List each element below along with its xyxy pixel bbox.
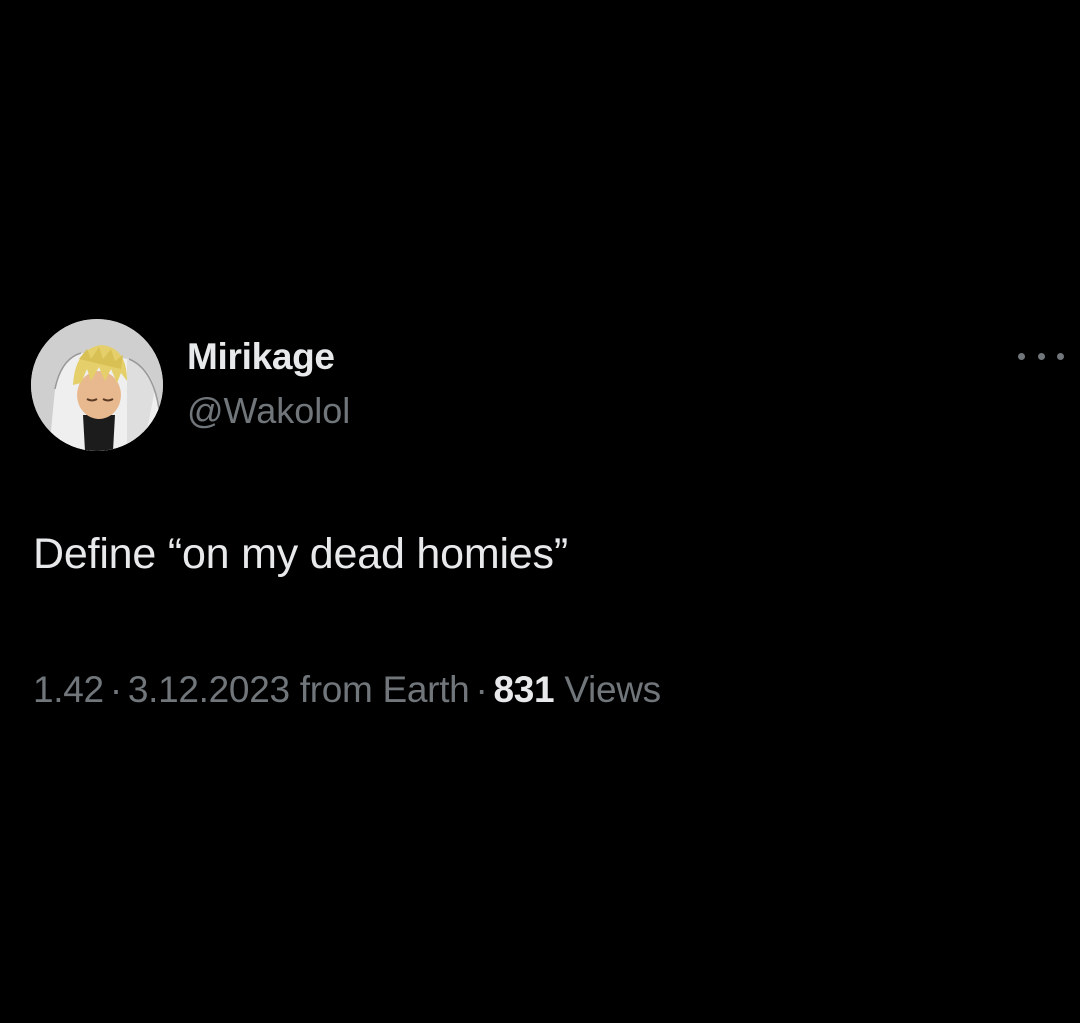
author-display-name[interactable]: Mirikage (187, 336, 335, 378)
avatar[interactable] (31, 319, 163, 451)
more-dot (1057, 352, 1064, 360)
tweet-time[interactable]: 1.42 (33, 669, 104, 710)
views-label: Views (564, 669, 661, 710)
meta-separator: · (475, 669, 488, 710)
more-horizontal-icon[interactable] (1018, 345, 1064, 367)
tweet-date[interactable]: 3.12.2023 from Earth (128, 669, 470, 710)
more-dot (1018, 352, 1025, 360)
tweet-metadata: 1.42 · 3.12.2023 from Earth · 831 Views (33, 669, 661, 711)
tweet-card: Mirikage @Wakolol Define “on my dead hom… (0, 0, 1080, 1023)
meta-separator: · (109, 669, 122, 710)
tweet-text: Define “on my dead homies” (33, 530, 568, 578)
avatar-image (31, 319, 163, 451)
author-handle[interactable]: @Wakolol (187, 390, 350, 432)
more-dot (1037, 352, 1045, 360)
views-count[interactable]: 831 (494, 669, 555, 710)
